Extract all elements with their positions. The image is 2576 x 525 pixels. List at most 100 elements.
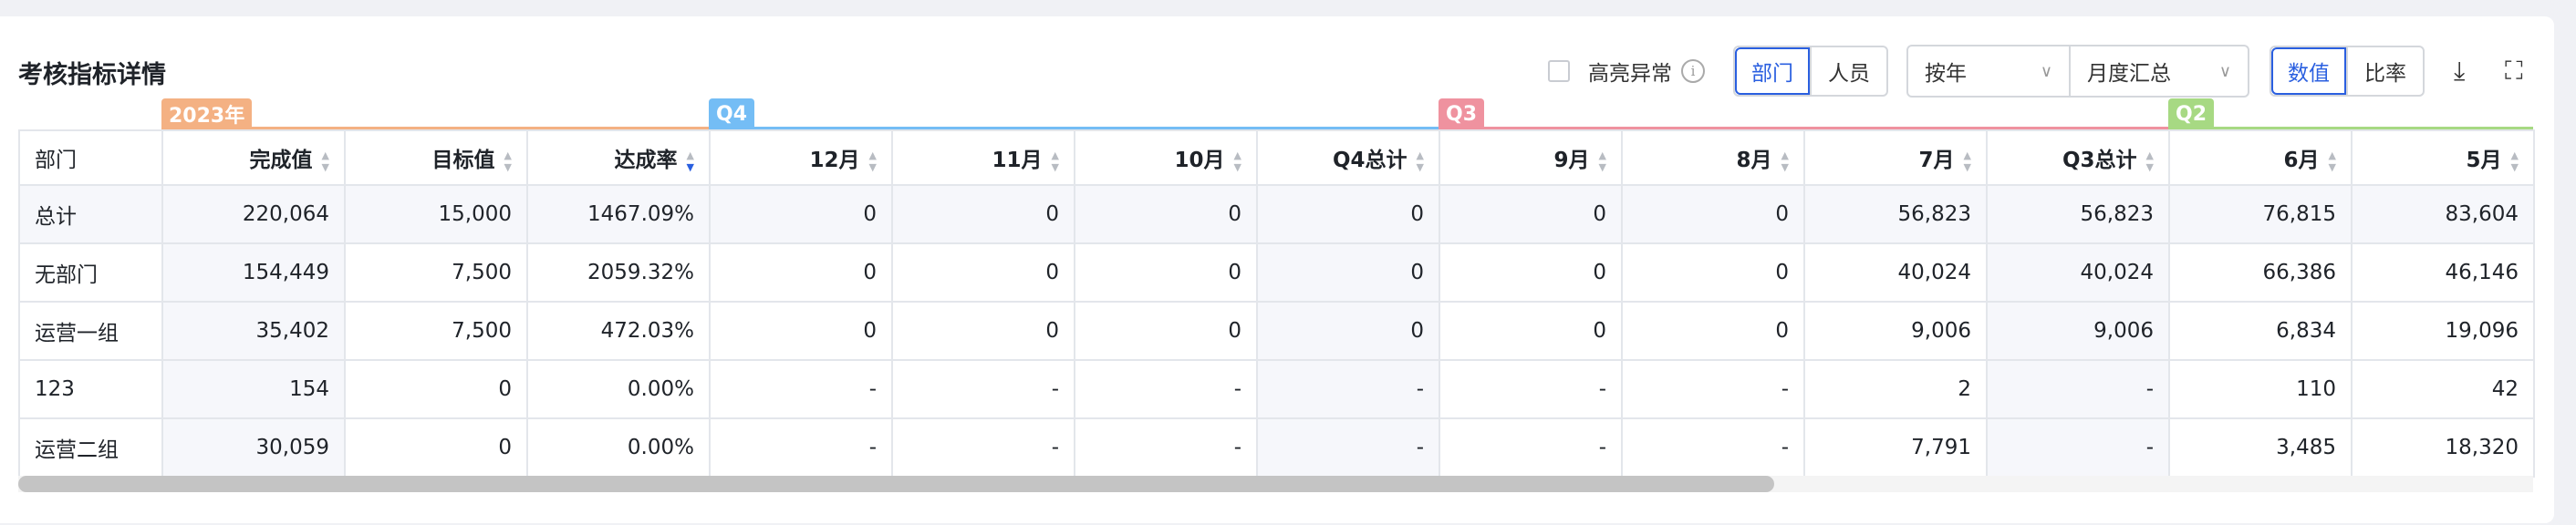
table-cell: - <box>1256 359 1440 419</box>
sort-icon[interactable]: ▲ ▼ <box>1599 149 1606 173</box>
sort-icon[interactable]: ▲ ▼ <box>1417 149 1424 173</box>
table-cell: 19,096 <box>2351 301 2535 361</box>
chevron-down-icon: ∨ <box>2040 61 2052 81</box>
department-cell: 无部门 <box>18 242 163 303</box>
table-cell: 0 <box>1256 242 1440 303</box>
period-select[interactable]: 按年 ∨ <box>1908 46 2069 96</box>
column-header-label: 完成值 <box>249 149 313 172</box>
column-header-label: Q4总计 <box>1332 149 1407 172</box>
column-header-label: 6月 <box>2283 149 2320 172</box>
sort-icon[interactable]: ▲ ▼ <box>322 149 329 173</box>
table-cell: 0 <box>1074 301 1258 361</box>
table-row: 123 154 0 0.00% - - - - - -2-110 42 <box>18 359 2535 419</box>
table-cell: 7,500 <box>344 242 528 303</box>
table-cell: 472.03% <box>526 301 711 361</box>
dimension-switch: 部门 人员 <box>1733 46 1888 97</box>
department-cell: 总计 <box>18 184 163 244</box>
table-cell: 9,006 <box>1803 301 1988 361</box>
department-cell: 运营二组 <box>18 417 163 478</box>
period-value: 按年 <box>1925 62 1967 86</box>
table-cell: 15,000 <box>344 184 528 244</box>
table-cell: 154,449 <box>161 242 346 303</box>
highlight-checkbox[interactable] <box>1548 60 1570 82</box>
sort-icon[interactable]: ▲ ▼ <box>1234 149 1241 173</box>
table-cell: 46,146 <box>2351 242 2535 303</box>
sort-icon[interactable]: ▲ ▼ <box>2511 149 2519 173</box>
table-cell: 40,024 <box>1803 242 1988 303</box>
column-header[interactable]: Q3总计 ▲ ▼ <box>1986 129 2170 186</box>
table-cell: - <box>709 359 893 419</box>
column-header-label: 部门 <box>35 149 77 172</box>
scrollbar-thumb[interactable] <box>18 476 1774 492</box>
sort-icon[interactable]: ▲ ▼ <box>2329 149 2336 173</box>
column-header[interactable]: 7月 ▲ ▼ <box>1803 129 1988 186</box>
sort-icon[interactable]: ▲ ▼ <box>1052 149 1059 173</box>
table-cell: 35,402 <box>161 301 346 361</box>
table-row: 运营二组 30,059 0 0.00% - - - - - -7,791-3,485 18,320 <box>18 417 2535 478</box>
highlight-toggle[interactable]: 高亮异常 i <box>1548 46 1705 97</box>
column-header[interactable]: Q4总计 ▲ ▼ <box>1256 129 1440 186</box>
column-header[interactable]: 5月 ▲ ▼ <box>2351 129 2535 186</box>
column-header-label: 5月 <box>2466 149 2502 172</box>
table-cell: - <box>891 417 1075 478</box>
column-header-label: 9月 <box>1553 149 1590 172</box>
summary-select[interactable]: 月度汇总 ∨ <box>2069 46 2248 96</box>
highlight-label: 高亮异常 <box>1588 62 1672 86</box>
column-header-label: 11月 <box>992 149 1043 172</box>
table-cell: 7,500 <box>344 301 528 361</box>
info-icon[interactable]: i <box>1681 59 1705 83</box>
column-header-label: 目标值 <box>431 149 495 172</box>
sort-icon[interactable]: ▲ ▼ <box>504 149 512 173</box>
table-cell: - <box>1074 417 1258 478</box>
sort-icon[interactable]: ▲ ▼ <box>869 149 877 173</box>
table-cell: - <box>1256 417 1440 478</box>
horizontal-scrollbar[interactable] <box>18 476 2533 492</box>
column-header-label: Q3总计 <box>2062 149 2137 172</box>
column-header[interactable]: 8月 ▲ ▼ <box>1621 129 1805 186</box>
column-header[interactable]: 6月 ▲ ▼ <box>2168 129 2353 186</box>
table-cell: 30,059 <box>161 417 346 478</box>
column-header[interactable]: 9月 ▲ ▼ <box>1439 129 1623 186</box>
table-cell: 0 <box>709 242 893 303</box>
download-icon[interactable]: ⤓ <box>2454 56 2465 87</box>
table-header-row: 部门 完成值 ▲ ▼ 目标值 ▲ ▼ 达成率 ▲ ▼ 12月 ▲ ▼ 11月 ▲ ▼ 10月 ▲ ▼ Q4总计 ▲ ▼ 9月… <box>18 129 2535 186</box>
mode-ratio-button[interactable]: 比率 <box>2346 47 2423 95</box>
department-cell: 运营一组 <box>18 301 163 361</box>
table-cell: 6,834 <box>2168 301 2353 361</box>
table-cell: 0.00% <box>526 417 711 478</box>
table-cell: 0 <box>1074 242 1258 303</box>
table-cell: 0 <box>891 301 1075 361</box>
department-cell: 123 <box>18 359 163 419</box>
column-header-label: 10月 <box>1174 149 1225 172</box>
column-header: 部门 <box>18 129 163 186</box>
table-cell: 220,064 <box>161 184 346 244</box>
table-cell: 110 <box>2168 359 2353 419</box>
mode-value-button[interactable]: 数值 <box>2271 47 2346 95</box>
table-cell: - <box>1074 359 1258 419</box>
column-header[interactable]: 完成值 ▲ ▼ <box>161 129 346 186</box>
column-header[interactable]: 12月 ▲ ▼ <box>709 129 893 186</box>
table-cell: 0 <box>1621 184 1805 244</box>
period-select-group: 按年 ∨ 月度汇总 ∨ <box>1906 45 2249 98</box>
table-cell: 0 <box>709 301 893 361</box>
sort-icon[interactable]: ▲ ▼ <box>1781 149 1789 173</box>
column-header[interactable]: 11月 ▲ ▼ <box>891 129 1075 186</box>
column-header[interactable]: 达成率 ▲ ▼ <box>526 129 711 186</box>
sort-icon[interactable]: ▲ ▼ <box>687 149 694 173</box>
column-header-label: 8月 <box>1736 149 1772 172</box>
summary-value: 月度汇总 <box>2087 62 2171 86</box>
fullscreen-icon[interactable]: ⛶ <box>2505 56 2523 87</box>
sort-icon[interactable]: ▲ ▼ <box>2146 149 2154 173</box>
group-tag: Q2 <box>2168 98 2215 129</box>
sort-icon[interactable]: ▲ ▼ <box>1964 149 1971 173</box>
dimension-department-button[interactable]: 部门 <box>1735 47 1810 95</box>
table-cell: 0.00% <box>526 359 711 419</box>
table-cell: 0 <box>1439 301 1623 361</box>
table-cell: 2059.32% <box>526 242 711 303</box>
column-header[interactable]: 目标值 ▲ ▼ <box>344 129 528 186</box>
table-cell: 9,006 <box>1986 301 2170 361</box>
dimension-person-button[interactable]: 人员 <box>1810 47 1886 95</box>
table-cell: - <box>1621 359 1805 419</box>
column-header[interactable]: 10月 ▲ ▼ <box>1074 129 1258 186</box>
table-cell: 0 <box>1074 184 1258 244</box>
